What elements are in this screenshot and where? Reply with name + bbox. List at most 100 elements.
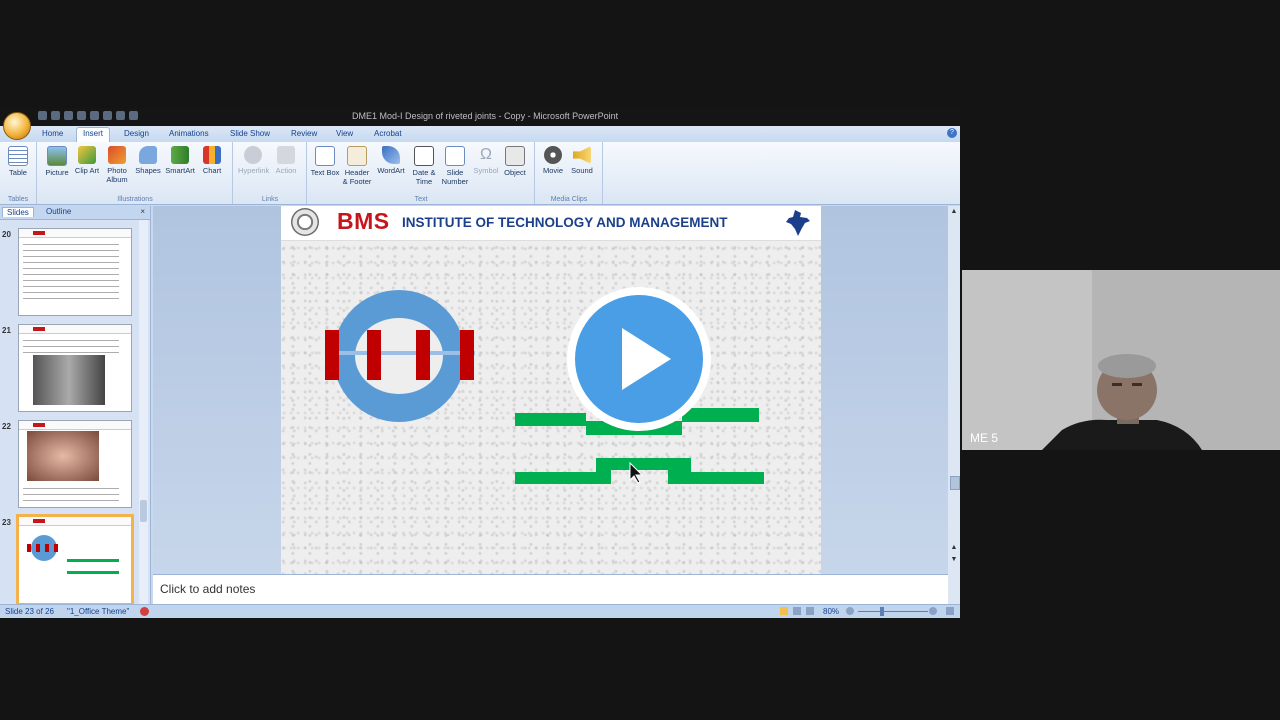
webcam-tile[interactable]: ME 5 [962, 270, 1280, 450]
zoom-slider-handle[interactable] [880, 607, 884, 616]
slide-counter: Slide 23 of 26 [5, 607, 54, 616]
slide-thumbnail[interactable] [18, 324, 132, 412]
slide-number: 23 [2, 518, 11, 527]
thumb-rivets [27, 544, 61, 552]
group-illustrations: Picture Clip Art Photo Album Shapes Smar… [38, 142, 233, 204]
zoom-out-icon[interactable] [846, 607, 854, 615]
symbol-button[interactable]: Ω Symbol [471, 146, 501, 175]
notes-placeholder[interactable]: Click to add notes [160, 582, 255, 596]
thumb-text [23, 241, 119, 301]
slide-number-icon [445, 146, 465, 166]
slide-number: 21 [2, 326, 11, 335]
tab-home[interactable]: Home [36, 128, 69, 139]
slide-number: 20 [2, 230, 11, 239]
action-icon [277, 146, 295, 164]
zoom-slider[interactable] [858, 611, 928, 612]
hyperlink-button[interactable]: Hyperlink [238, 146, 269, 175]
scroll-thumb[interactable] [950, 476, 960, 490]
slide[interactable]: BMS INSTITUTE OF TECHNOLOGY AND MANAGEME… [281, 206, 821, 574]
quick-access-toolbar[interactable] [38, 111, 142, 122]
object-button[interactable]: Object [500, 146, 530, 177]
slide-sorter-icon[interactable] [793, 607, 801, 615]
group-media-clips: Movie Sound Media Clips [536, 142, 603, 204]
spell-check-icon[interactable] [140, 607, 149, 616]
table-icon [8, 146, 28, 166]
tab-insert[interactable]: Insert [76, 127, 111, 143]
fit-to-window-icon[interactable] [946, 607, 954, 615]
window-title: DME1 Mod-I Design of riveted joints - Co… [352, 111, 619, 121]
tab-design[interactable]: Design [118, 128, 155, 139]
group-label-text: Text [414, 196, 428, 203]
next-slide-icon[interactable]: ▼ [949, 556, 959, 563]
rivet [325, 330, 339, 380]
india-map-icon [786, 210, 810, 236]
header-footer-icon [347, 146, 367, 166]
clip-art-icon [78, 146, 96, 164]
slide-show-icon[interactable] [806, 607, 814, 615]
omega-icon: Ω [480, 146, 492, 163]
panel-tabs: Slides Outline × [0, 206, 150, 220]
slide-thumbnail[interactable] [18, 228, 132, 316]
date-time-button[interactable]: Date & Time [409, 146, 439, 186]
rivet [367, 330, 381, 380]
zoom-in-icon[interactable] [929, 607, 937, 615]
shapes-icon [139, 146, 157, 164]
group-tables: Table Tables [0, 142, 37, 204]
notes-pane[interactable]: Click to add notes [153, 574, 948, 605]
scroll-up-icon[interactable]: ▲ [949, 208, 959, 215]
wordart-button[interactable]: WordArt [376, 146, 406, 175]
zoom-level[interactable]: 80% [823, 607, 839, 616]
chart-icon [203, 146, 221, 164]
movie-button[interactable]: Movie [538, 146, 568, 175]
slide-number-button[interactable]: Slide Number [440, 146, 470, 186]
group-label-links: Links [261, 196, 279, 203]
smartart-icon [171, 146, 189, 164]
picture-button[interactable]: Picture [42, 146, 72, 177]
slide-thumbnail-selected[interactable] [16, 514, 134, 606]
chart-button[interactable]: Chart [197, 146, 227, 175]
clip-art-button[interactable]: Clip Art [72, 146, 102, 175]
tab-acrobat[interactable]: Acrobat [368, 128, 408, 139]
tab-view[interactable]: View [330, 128, 359, 139]
slide-scrollbar[interactable]: ▲ ▲ ▼ [948, 206, 960, 604]
help-icon[interactable]: ? [947, 128, 957, 138]
header-footer-button[interactable]: Header & Footer [342, 146, 372, 186]
slide-illustration [325, 287, 764, 484]
joint-plate-bottom [515, 458, 764, 484]
normal-view-icon[interactable] [780, 607, 788, 615]
photo-album-button[interactable]: Photo Album [102, 146, 132, 184]
tab-slides[interactable]: Slides [2, 207, 34, 217]
wordart-icon [382, 146, 400, 164]
plate-line [325, 351, 475, 355]
panel-scrollbar[interactable] [139, 220, 148, 606]
smartart-button[interactable]: SmartArt [165, 146, 195, 175]
calendar-icon [414, 146, 434, 166]
thumb-header [19, 229, 131, 238]
slide-thumbnail[interactable] [18, 420, 132, 508]
tab-outline[interactable]: Outline [42, 207, 75, 216]
group-label-media-clips: Media Clips [550, 196, 588, 203]
tab-animations[interactable]: Animations [163, 128, 215, 139]
thumb-plate [67, 571, 119, 574]
table-button[interactable]: Table [3, 146, 33, 177]
object-icon [505, 146, 525, 166]
action-button[interactable]: Action [271, 146, 301, 175]
office-button[interactable] [3, 112, 31, 140]
rivet [460, 330, 474, 380]
tab-review[interactable]: Review [285, 128, 323, 139]
shapes-button[interactable]: Shapes [133, 146, 163, 175]
hyperlink-icon [244, 146, 262, 164]
slide-header: BMS INSTITUTE OF TECHNOLOGY AND MANAGEME… [281, 206, 821, 241]
group-label-illustrations: Illustrations [117, 196, 153, 203]
sound-button[interactable]: Sound [567, 146, 597, 175]
text-box-icon [315, 146, 335, 166]
scroll-thumb[interactable] [140, 500, 147, 522]
thumb-header [19, 517, 131, 526]
ribbon: Table Tables Picture Clip Art Photo Albu… [0, 142, 960, 205]
participant-video [962, 270, 1280, 450]
thumb-photo [27, 431, 99, 481]
previous-slide-icon[interactable]: ▲ [949, 544, 959, 551]
close-icon[interactable]: × [140, 207, 145, 216]
tab-slide-show[interactable]: Slide Show [224, 128, 276, 139]
text-box-button[interactable]: Text Box [310, 146, 340, 177]
